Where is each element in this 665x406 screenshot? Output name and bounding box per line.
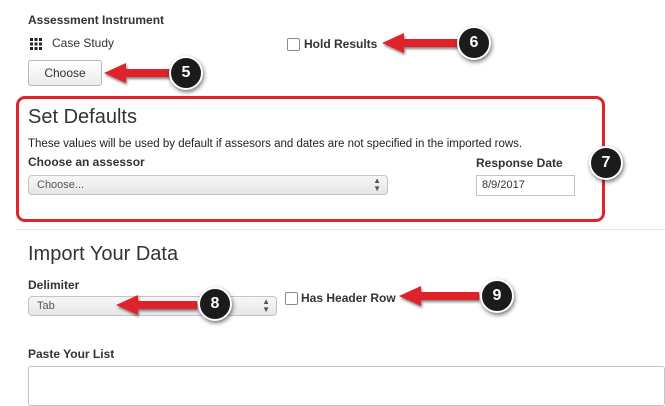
arrow-9-icon bbox=[399, 286, 479, 306]
callout-badge-6: 6 bbox=[457, 26, 491, 60]
arrow-6-icon bbox=[382, 33, 458, 53]
arrow-5-icon bbox=[104, 63, 170, 83]
callout-badge-8: 8 bbox=[198, 287, 232, 321]
callout-badge-9: 9 bbox=[480, 279, 514, 313]
arrow-8-icon bbox=[116, 295, 197, 315]
callout-arrows bbox=[104, 33, 479, 315]
callout-badge-7: 7 bbox=[589, 146, 623, 180]
callout-badge-5: 5 bbox=[169, 56, 203, 90]
